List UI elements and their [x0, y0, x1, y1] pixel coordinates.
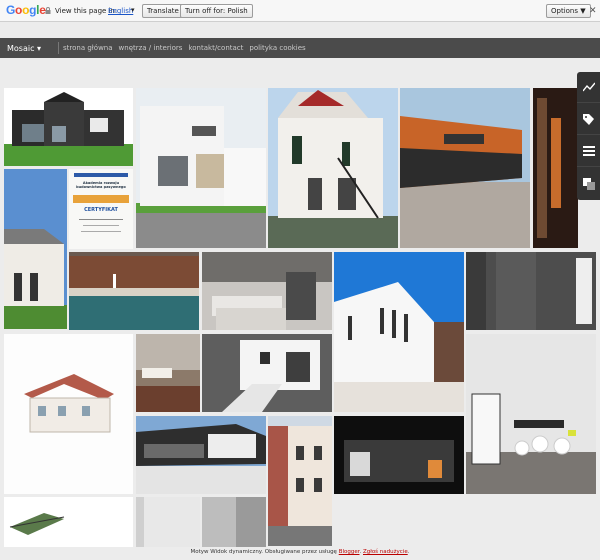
- translate-icon[interactable]: [577, 168, 600, 199]
- trending-icon[interactable]: [577, 72, 600, 103]
- tile-white-stairs-house[interactable]: [202, 334, 332, 412]
- tile-site-plan[interactable]: [4, 497, 133, 547]
- tile-image: [334, 252, 464, 412]
- tile-grey-interior[interactable]: [466, 252, 596, 330]
- certificate-line: [83, 225, 119, 226]
- tile-red-roof-villa[interactable]: [268, 88, 398, 248]
- tile-image: [202, 497, 266, 547]
- tile-image: [136, 88, 266, 248]
- certificate-line: [81, 231, 121, 232]
- report-abuse-link[interactable]: Zgłoś nadużycie: [363, 549, 408, 555]
- blogger-link[interactable]: Blogger: [339, 549, 360, 555]
- close-icon[interactable]: ✕: [589, 6, 597, 16]
- certificate-line: [79, 219, 123, 220]
- tile-white-house-stone[interactable]: [136, 88, 266, 248]
- tile-image: [268, 416, 332, 546]
- options-button[interactable]: Options ▼: [546, 4, 591, 18]
- tile-image: [4, 169, 67, 329]
- certificate-header-bar: [74, 173, 128, 177]
- tile-pool-render[interactable]: [69, 252, 199, 330]
- nav-link-contact[interactable]: kontakt/contact: [188, 44, 243, 52]
- tile-white-cube-house[interactable]: [334, 252, 464, 412]
- google-logo: Google: [6, 3, 46, 17]
- tile-dining-room[interactable]: [466, 334, 596, 494]
- archive-list-icon[interactable]: [577, 136, 600, 167]
- side-rail: [577, 72, 600, 200]
- tile-image: [136, 416, 266, 494]
- language-selector[interactable]: English: [108, 7, 133, 15]
- tile-image: [4, 334, 133, 494]
- tile-image: [4, 88, 133, 166]
- tile-image: [334, 416, 464, 494]
- tile-kitchen-interior[interactable]: [202, 252, 332, 330]
- nav-link-cookies[interactable]: polityka cookies: [249, 44, 305, 52]
- tile-image: [466, 334, 596, 494]
- certificate-banner: [73, 195, 129, 203]
- label-tag-icon[interactable]: [577, 104, 600, 135]
- tile-living-room[interactable]: [136, 334, 200, 412]
- translate-button[interactable]: Translate: [142, 4, 184, 18]
- page-footer: Motyw Widok dynamiczny. Obsługiwane prze…: [0, 549, 600, 555]
- tile-townhouse[interactable]: [268, 416, 332, 546]
- lock-icon: [45, 7, 51, 14]
- tile-orange-facade[interactable]: [400, 88, 530, 248]
- certificate-heading: CERTYFIKAT: [84, 207, 118, 213]
- tile-image: [400, 88, 530, 248]
- footer-end: .: [407, 549, 410, 555]
- tile-image: [4, 497, 133, 547]
- tile-image: [268, 88, 398, 248]
- tile-night-facade[interactable]: [334, 416, 464, 494]
- tile-grey-modern-house[interactable]: [136, 416, 266, 494]
- footer-text: Motyw Widok dynamiczny. Obsługiwane prze…: [190, 549, 339, 555]
- tile-image: [202, 252, 332, 330]
- tile-modern-house-dark[interactable]: [4, 88, 133, 166]
- tile-dark-interior[interactable]: [533, 88, 578, 248]
- tile-image: [136, 334, 200, 412]
- tile-certificate[interactable]: Akademia rozwoju budownictwa pasywnego C…: [69, 169, 133, 249]
- language-dropdown-icon[interactable]: ▾: [131, 6, 135, 14]
- tile-image: [202, 334, 332, 412]
- tile-grey-panels[interactable]: [202, 497, 266, 547]
- navbar: Mosaic ▾ strona główna wnętrza / interio…: [0, 38, 600, 58]
- tile-image: [136, 497, 200, 547]
- certificate-title: Akademia rozwoju budownictwa pasywnego: [76, 181, 126, 189]
- tile-white-villa-sky[interactable]: [4, 169, 67, 329]
- view-selector-label: Mosaic: [7, 44, 35, 53]
- turn-off-button[interactable]: Turn off for: Polish: [180, 4, 253, 18]
- tile-sketch-house[interactable]: [4, 334, 133, 494]
- tile-white-wall[interactable]: [136, 497, 200, 547]
- tile-image: [533, 88, 578, 248]
- tile-image: [69, 252, 199, 330]
- tile-image: [466, 252, 596, 330]
- nav-divider: [58, 42, 59, 54]
- nav-link-interiors[interactable]: wnętrza / interiors: [119, 44, 183, 52]
- nav-link-home[interactable]: strona główna: [63, 44, 113, 52]
- view-selector[interactable]: Mosaic ▾: [7, 44, 41, 53]
- google-translate-bar: Google View this page in: English ▾ Tran…: [0, 0, 600, 22]
